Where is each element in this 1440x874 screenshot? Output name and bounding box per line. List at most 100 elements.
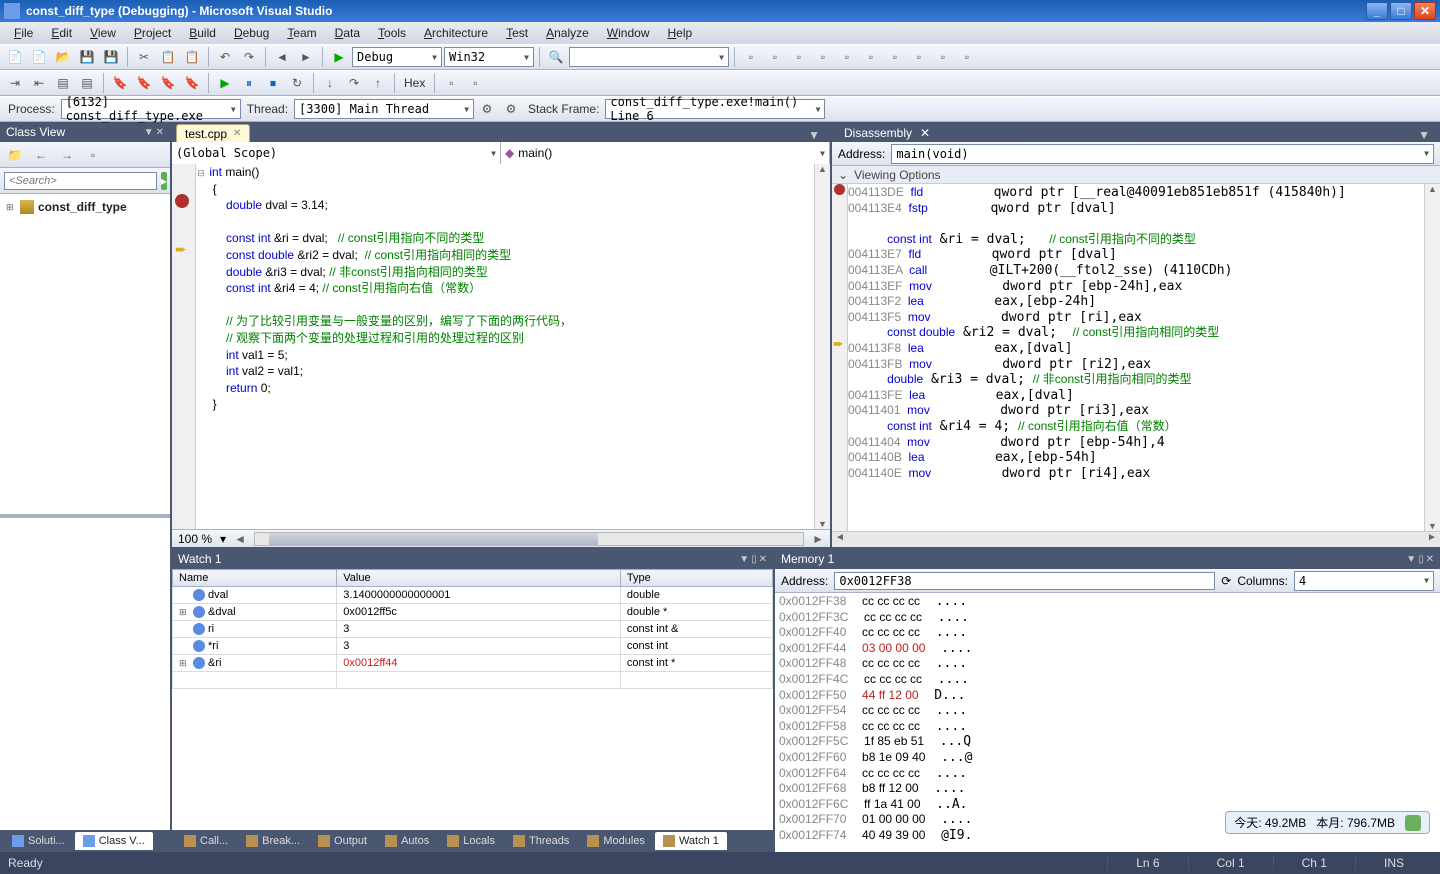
vscrollbar[interactable]: ▲▼: [1424, 184, 1440, 531]
tab-break[interactable]: Break...: [238, 832, 308, 850]
tool-icon[interactable]: ▫: [860, 46, 882, 68]
tool-icon[interactable]: ▫: [812, 46, 834, 68]
outdent-icon[interactable]: ⇤: [28, 72, 50, 94]
frame-combo[interactable]: const_diff_type.exe!main() Line 6: [605, 99, 825, 119]
menu-debug[interactable]: Debug: [226, 24, 277, 42]
bookmark-next-icon[interactable]: 🔖: [133, 72, 155, 94]
minimize-button[interactable]: _: [1366, 2, 1388, 20]
expand-icon[interactable]: ⊞: [6, 202, 16, 213]
menu-edit[interactable]: Edit: [43, 24, 80, 42]
platform-combo[interactable]: Win32: [444, 47, 534, 67]
thread-combo[interactable]: [3300] Main Thread: [294, 99, 474, 119]
scope-right-combo[interactable]: ◆main(): [501, 142, 830, 164]
columns-combo[interactable]: 4: [1294, 571, 1434, 591]
breakpoint-icon[interactable]: [175, 194, 189, 208]
disasm-code[interactable]: 004113DE fld qword ptr [__real@40091eb85…: [848, 184, 1424, 531]
address-input[interactable]: [834, 572, 1215, 590]
menu-build[interactable]: Build: [181, 24, 224, 42]
tree-item-project[interactable]: ⊞ const_diff_type: [4, 198, 166, 216]
nav-back-icon[interactable]: ◄: [271, 46, 293, 68]
bookmark-icon[interactable]: 🔖: [109, 72, 131, 94]
tool-icon[interactable]: ▫: [884, 46, 906, 68]
tab-locals[interactable]: Locals: [439, 832, 503, 850]
tool-icon[interactable]: ▫: [764, 46, 786, 68]
close-icon[interactable]: ✕: [920, 126, 930, 140]
step-out-icon[interactable]: ↑: [367, 72, 389, 94]
thread-icon[interactable]: ⚙: [476, 98, 498, 120]
bookmark-prev-icon[interactable]: 🔖: [157, 72, 179, 94]
address-combo[interactable]: main(void): [891, 144, 1434, 164]
copy-icon[interactable]: 📋: [157, 46, 179, 68]
nav-fwd-icon[interactable]: ►: [295, 46, 317, 68]
hscrollbar[interactable]: [254, 532, 804, 546]
new-file-icon[interactable]: 📄: [28, 46, 50, 68]
scroll-left-icon[interactable]: ◄: [234, 532, 246, 546]
vscrollbar[interactable]: ▲▼: [814, 164, 830, 529]
continue-icon[interactable]: ▶: [214, 72, 236, 94]
watch-row-empty[interactable]: [173, 672, 773, 689]
find-combo[interactable]: [569, 47, 729, 67]
bookmark-clear-icon[interactable]: 🔖: [181, 72, 203, 94]
tab-classv[interactable]: Class V...: [75, 832, 153, 850]
new-project-icon[interactable]: 📄: [4, 46, 26, 68]
col-header[interactable]: Name: [173, 570, 337, 587]
menu-test[interactable]: Test: [498, 24, 536, 42]
tab-watch1[interactable]: Watch 1: [655, 832, 727, 850]
close-button[interactable]: ✕: [1414, 2, 1436, 20]
menu-help[interactable]: Help: [659, 24, 700, 42]
watch-grid[interactable]: NameValueTypedval3.1400000000000001doubl…: [172, 569, 773, 830]
redo-icon[interactable]: ↷: [238, 46, 260, 68]
menu-architecture[interactable]: Architecture: [416, 24, 496, 42]
dropdown-icon[interactable]: ▼: [1406, 554, 1416, 565]
code-lines[interactable]: ⊟ int main() { double dval = 3.14; const…: [196, 164, 814, 529]
pin-icon[interactable]: ▯: [1418, 554, 1424, 565]
menu-file[interactable]: File: [6, 24, 41, 42]
open-icon[interactable]: 📂: [52, 46, 74, 68]
tool-icon[interactable]: ▫: [788, 46, 810, 68]
undo-icon[interactable]: ↶: [214, 46, 236, 68]
menu-project[interactable]: Project: [126, 24, 179, 42]
pause-icon[interactable]: ⏸: [238, 72, 260, 94]
back-icon[interactable]: ←: [30, 144, 52, 166]
gutter[interactable]: ➨: [172, 164, 196, 529]
zoom-level[interactable]: 100 %: [178, 532, 212, 546]
search-input[interactable]: [4, 172, 157, 190]
hex-label[interactable]: Hex: [400, 76, 429, 90]
breakpoint-icon[interactable]: [834, 184, 845, 195]
tab-call[interactable]: Call...: [176, 832, 236, 850]
watch-row[interactable]: ⊞&dval0x0012ff5cdouble *: [173, 604, 773, 621]
tab-soluti[interactable]: Soluti...: [4, 832, 73, 850]
start-icon[interactable]: ▶: [328, 46, 350, 68]
paste-icon[interactable]: 📋: [181, 46, 203, 68]
menu-analyze[interactable]: Analyze: [538, 24, 597, 42]
indent-icon[interactable]: ⇥: [4, 72, 26, 94]
menu-team[interactable]: Team: [279, 24, 324, 42]
disasm-hscroll[interactable]: ◄►: [832, 531, 1440, 547]
new-folder-icon[interactable]: 📁: [4, 144, 26, 166]
watch-row[interactable]: ⊞&ri0x0012ff44const int *: [173, 655, 773, 672]
tab-modules[interactable]: Modules: [579, 832, 653, 850]
scope-left-combo[interactable]: (Global Scope): [172, 142, 501, 164]
watch-row[interactable]: dval3.1400000000000001double: [173, 587, 773, 604]
tabs-dropdown-icon[interactable]: ▼: [808, 128, 820, 142]
step-into-icon[interactable]: ↓: [319, 72, 341, 94]
watch-row[interactable]: *ri3const int: [173, 638, 773, 655]
watch-row[interactable]: ri3const int &: [173, 621, 773, 638]
maximize-button[interactable]: □: [1390, 2, 1412, 20]
window-icon[interactable]: ▫: [440, 72, 462, 94]
tool-icon[interactable]: ▫: [956, 46, 978, 68]
dropdown-icon[interactable]: ▼: [739, 554, 749, 565]
window-icon[interactable]: ▫: [464, 72, 486, 94]
tab-autos[interactable]: Autos: [377, 832, 437, 850]
col-header[interactable]: Type: [620, 570, 772, 587]
tool-icon[interactable]: ▫: [836, 46, 858, 68]
save-icon[interactable]: 💾: [76, 46, 98, 68]
menu-tools[interactable]: Tools: [370, 24, 414, 42]
close-icon[interactable]: ✕: [759, 554, 767, 565]
save-all-icon[interactable]: 💾: [100, 46, 122, 68]
sort-icon[interactable]: ▫: [82, 144, 104, 166]
disasm-gutter[interactable]: ➨: [832, 184, 848, 531]
tool-icon[interactable]: ▫: [740, 46, 762, 68]
dropdown-icon[interactable]: ▼: [144, 127, 154, 138]
process-combo[interactable]: [6132] const_diff_type.exe: [61, 99, 241, 119]
